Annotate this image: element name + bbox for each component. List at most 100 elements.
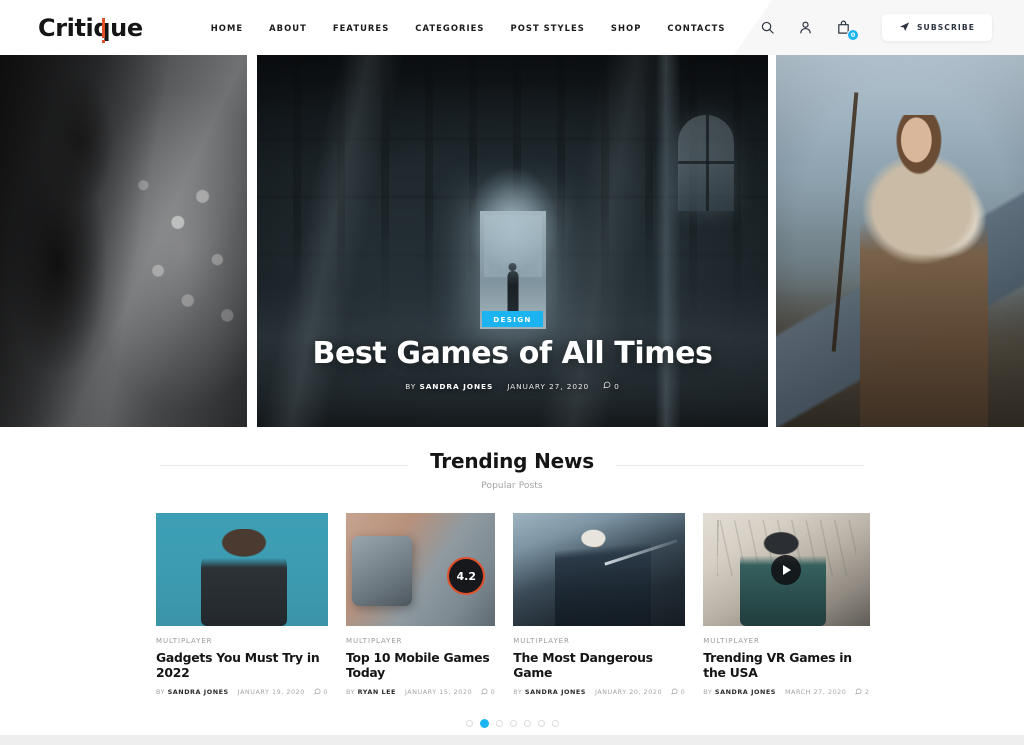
post-comment-count: 2	[864, 688, 870, 697]
post-author-group: BY SANDRA JONES	[513, 688, 586, 696]
comment-icon	[314, 688, 321, 697]
post-category[interactable]: MULTIPLAYER	[346, 637, 495, 645]
hero-slide-previous[interactable]	[0, 55, 247, 427]
section-title-row: Trending News	[160, 449, 865, 477]
post-comments[interactable]: 2	[855, 688, 869, 697]
pagination-dot[interactable]	[537, 719, 545, 727]
hero-slide-next[interactable]	[776, 55, 1024, 427]
post-category[interactable]: MULTIPLAYER	[703, 637, 869, 645]
logo-text-part1: Criti	[38, 13, 94, 42]
logo-q-wrap: q	[93, 16, 111, 43]
section-header: Trending News Popular Posts	[160, 449, 865, 491]
play-icon[interactable]	[771, 554, 802, 585]
post-thumbnail[interactable]	[703, 513, 870, 626]
nav-item-shop[interactable]: SHOP	[611, 23, 642, 33]
post-category[interactable]: MULTIPLAYER	[156, 637, 328, 645]
shopping-bag-icon[interactable]: 0	[834, 18, 859, 41]
woman-figure	[860, 114, 989, 427]
logo-accent-bar	[101, 17, 106, 38]
nav-item-categories[interactable]: CATEGORIES	[415, 23, 484, 33]
site-logo[interactable]: Critique	[38, 13, 143, 43]
post-author[interactable]: SANDRA JONES	[715, 688, 776, 696]
pagination-dot[interactable]	[495, 719, 503, 727]
post-author-group: BY SANDRA JONES	[703, 688, 776, 696]
post-author[interactable]: SANDRA JONES	[525, 688, 586, 696]
post-thumbnail[interactable]	[513, 513, 686, 626]
hero-image-abandoned-hall	[257, 55, 768, 427]
post-comment-count: 0	[680, 688, 686, 697]
post-meta: BY SANDRA JONES MARCH 27, 2020 2	[703, 688, 869, 697]
comment-icon	[855, 688, 862, 697]
subscribe-button[interactable]: SUBSCRIBE	[881, 14, 992, 41]
section-rule-right	[615, 464, 865, 466]
header-actions: 0 SUBSCRIBE	[758, 14, 992, 41]
post-title[interactable]: Trending VR Games in the USA	[703, 650, 869, 681]
nav-item-features[interactable]: FEATURES	[333, 23, 389, 33]
section-title: Trending News	[430, 449, 594, 473]
post-thumbnail[interactable]: 4.2	[346, 513, 496, 626]
post-card[interactable]: MULTIPLAYER The Most Dangerous Game BY S…	[513, 513, 686, 697]
thumbnail-image-headphones	[156, 513, 328, 626]
hero-slider: DESIGN Best Games of All Times BY SANDRA…	[0, 55, 1024, 427]
nav-item-contacts[interactable]: CONTACTS	[667, 23, 725, 33]
user-icon[interactable]	[796, 18, 816, 38]
hero-image-woman	[776, 55, 1024, 427]
post-date: JANUARY 15, 2020	[404, 688, 473, 697]
post-comments[interactable]: 0	[671, 688, 685, 697]
nav-item-post-styles[interactable]: POST STYLES	[511, 23, 585, 33]
post-card[interactable]: MULTIPLAYER Gadgets You Must Try in 2022…	[156, 513, 328, 697]
post-author-group: BY SANDRA JONES	[156, 688, 229, 696]
post-comments[interactable]: 0	[314, 688, 328, 697]
hero-image-warrior	[0, 55, 247, 427]
post-title[interactable]: Gadgets You Must Try in 2022	[156, 650, 328, 681]
page-bottom-strip	[0, 735, 1024, 745]
post-by-label: BY	[156, 688, 166, 697]
nav-item-home[interactable]: HOME	[211, 23, 243, 33]
section-subtitle: Popular Posts	[481, 481, 543, 491]
carousel-pagination	[0, 718, 1024, 736]
post-thumbnail[interactable]	[156, 513, 328, 626]
pagination-dot-active[interactable]	[479, 718, 489, 728]
cart-count-badge: 0	[846, 28, 859, 41]
hero-category-badge[interactable]: DESIGN	[482, 311, 543, 327]
post-card[interactable]: 4.2 MULTIPLAYER Top 10 Mobile Games Toda…	[346, 513, 496, 697]
subscribe-button-label: SUBSCRIBE	[916, 23, 975, 32]
trending-news-section: Trending News Popular Posts MULTIPLAYER …	[0, 427, 1024, 736]
section-rule-left	[160, 464, 409, 466]
post-author[interactable]: SANDRA JONES	[168, 688, 229, 696]
post-comment-count: 0	[490, 688, 496, 697]
post-meta: BY RYAN LEE JANUARY 15, 2020 0	[346, 688, 495, 697]
post-date: MARCH 27, 2020	[784, 688, 847, 697]
post-by-label: BY	[513, 688, 523, 697]
post-author-group: BY RYAN LEE	[346, 688, 396, 696]
page-root: Critique HOME ABOUT FEATURES CATEGORIES …	[0, 0, 1024, 745]
post-by-label: BY	[703, 688, 713, 697]
main-navigation: HOME ABOUT FEATURES CATEGORIES POST STYL…	[211, 23, 726, 33]
nav-item-about[interactable]: ABOUT	[269, 23, 307, 33]
pagination-dot[interactable]	[509, 719, 517, 727]
post-meta: BY SANDRA JONES JANUARY 20, 2020 0	[513, 688, 685, 697]
post-comment-count: 0	[323, 688, 328, 697]
pagination-dot[interactable]	[523, 719, 531, 727]
search-icon[interactable]	[758, 18, 778, 38]
post-category[interactable]: MULTIPLAYER	[513, 637, 685, 645]
send-icon	[899, 20, 910, 35]
thumbnail-image-swordsman	[513, 513, 686, 626]
hero-slide-active[interactable]: DESIGN Best Games of All Times BY SANDRA…	[257, 55, 768, 427]
logo-text-part2: ue	[110, 13, 143, 42]
post-title[interactable]: Top 10 Mobile Games Today	[346, 650, 495, 681]
hero-title[interactable]: Best Games of All Times	[313, 336, 713, 371]
post-meta: BY SANDRA JONES JANUARY 19, 2020 0	[156, 688, 328, 697]
comment-icon	[671, 688, 678, 697]
post-author[interactable]: RYAN LEE	[358, 688, 396, 696]
post-comments[interactable]: 0	[481, 688, 495, 697]
pagination-dot[interactable]	[465, 719, 473, 727]
post-date: JANUARY 19, 2020	[237, 688, 305, 697]
trending-cards-grid: MULTIPLAYER Gadgets You Must Try in 2022…	[156, 513, 870, 697]
post-by-label: BY	[346, 688, 356, 697]
site-header: Critique HOME ABOUT FEATURES CATEGORIES …	[0, 0, 1024, 55]
post-title[interactable]: The Most Dangerous Game	[513, 650, 685, 681]
pagination-dot[interactable]	[551, 719, 559, 727]
post-card[interactable]: MULTIPLAYER Trending VR Games in the USA…	[703, 513, 870, 697]
logo-accent-dot	[101, 39, 106, 43]
